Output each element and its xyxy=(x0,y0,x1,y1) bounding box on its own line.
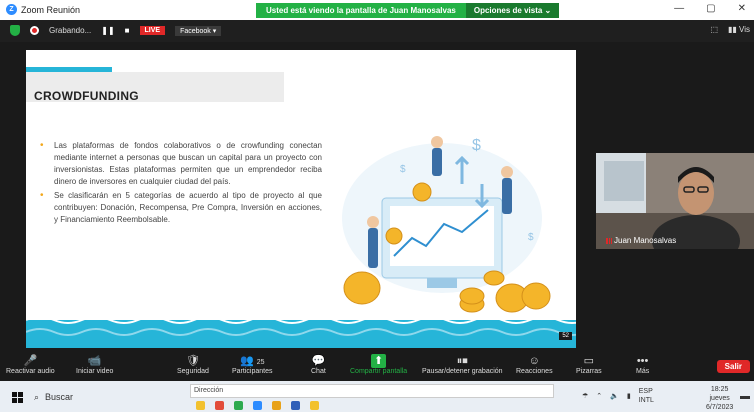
participant-name-label: Juan Manosalvas xyxy=(606,236,676,245)
meeting-toolbar: 🎤 Reactivar audio 📹 Iniciar video 🛡 Segu… xyxy=(0,352,754,380)
close-button[interactable]: ✕ xyxy=(738,3,746,14)
slide-title: CROWDFUNDING xyxy=(34,89,139,103)
app-icon[interactable] xyxy=(291,401,300,410)
whiteboard-icon: ▭ xyxy=(583,355,595,367)
share-screen-icon: ⬆ xyxy=(370,354,387,368)
participant-video[interactable]: Juan Manosalvas xyxy=(596,153,754,249)
notifications-icon[interactable]: ▬ xyxy=(740,391,750,402)
participant-name: Juan Manosalvas xyxy=(614,236,677,245)
start-video-button[interactable]: 📹 Iniciar video xyxy=(76,354,113,375)
clock-day: jueves xyxy=(709,395,730,402)
recording-status: Grabando... xyxy=(49,26,92,35)
crowdfunding-illustration: $ $ $ xyxy=(342,136,551,313)
view-options-button[interactable]: Opciones de vista ⌄ xyxy=(465,3,560,18)
live-badge: LIVE xyxy=(139,26,166,35)
more-button[interactable]: ••• Más xyxy=(636,354,649,375)
maximize-button[interactable]: ▢ xyxy=(706,3,715,14)
taskbar-apps xyxy=(196,401,319,410)
stream-target-dropdown[interactable]: Facebook ▾ xyxy=(175,25,222,36)
tray-expand-icon[interactable]: ⌃ xyxy=(596,392,602,400)
video-off-icon: 📹 xyxy=(87,355,102,367)
zoom-window: Z Zoom Reunión Usted está viendo la pant… xyxy=(0,0,754,412)
signal-strength-icon xyxy=(606,237,612,244)
file-explorer-icon[interactable] xyxy=(196,401,205,410)
slide-bullet: Se clasificarán en 5 categorías de acuer… xyxy=(38,190,322,226)
participants-button[interactable]: 👥 25 Participantes xyxy=(232,354,272,375)
view-button[interactable]: ▮▮ Vis xyxy=(728,25,750,34)
mic-muted-icon: 🎤 xyxy=(23,355,38,367)
slide-wave-decoration xyxy=(26,316,576,348)
zoom-logo-icon: Z xyxy=(6,4,17,15)
folder-icon[interactable] xyxy=(310,401,319,410)
windows-start-icon[interactable] xyxy=(12,392,23,403)
title-bar: Z Zoom Reunión Usted está viendo la pant… xyxy=(0,0,754,20)
share-message: Usted está viendo la pantalla de Juan Ma… xyxy=(256,3,466,18)
weather-icon[interactable]: ☂ xyxy=(582,392,588,400)
clock-date: 6/7/2023 xyxy=(706,404,734,411)
unmute-audio-button[interactable]: 🎤 Reactivar audio xyxy=(6,354,55,375)
windows-taskbar: ⌕ Buscar Dirección ☂ ⌃ 🔈 ▮ ESP INTL 18:25… xyxy=(0,381,754,412)
reactions-button[interactable]: ☺ Reacciones xyxy=(516,354,553,375)
svg-text:$: $ xyxy=(400,164,406,175)
clock-time: 18:25 xyxy=(710,386,729,393)
pause-stop-recording-button[interactable]: ⏸⏹ Pausar/detener grabación xyxy=(422,354,503,375)
svg-text:$: $ xyxy=(528,232,534,243)
pause-record-icon: ⏸⏹ xyxy=(456,355,468,367)
slide-bullet: Las plataformas de fondos colaborativos … xyxy=(38,140,322,188)
pause-recording-button[interactable]: ❚❚ xyxy=(101,26,114,35)
svg-text:$: $ xyxy=(472,137,481,154)
meeting-top-bar: Grabando... ❚❚ ■ LIVE Facebook ▾ ⬚ ▮▮ Vi… xyxy=(0,20,754,42)
more-icon: ••• xyxy=(636,355,649,367)
zoom-app-icon[interactable] xyxy=(253,401,262,410)
stop-recording-button[interactable]: ■ xyxy=(125,26,130,35)
taskbar-search[interactable]: ⌕ Buscar xyxy=(34,387,184,407)
address-toolbar[interactable]: Dirección xyxy=(190,384,554,398)
whiteboards-button[interactable]: ▭ Pizarras xyxy=(576,354,602,375)
app-icon[interactable] xyxy=(234,401,243,410)
shield-icon: 🛡 xyxy=(185,355,200,367)
participants-icon: 👥 25 xyxy=(239,355,265,367)
recording-icon xyxy=(30,26,39,35)
volume-icon[interactable]: 🔈 xyxy=(610,392,619,400)
reactions-icon: ☺ xyxy=(528,355,540,367)
search-placeholder: Buscar xyxy=(45,392,74,402)
expand-icon[interactable]: ⬚ xyxy=(710,25,718,34)
slide-page-number: 52 xyxy=(559,332,572,340)
video-feed xyxy=(596,153,754,249)
minimize-button[interactable]: — xyxy=(674,3,684,14)
view-button-label: Vis xyxy=(739,25,750,34)
chat-icon: 💬 xyxy=(311,355,326,367)
app-icon[interactable] xyxy=(215,401,224,410)
network-icon[interactable]: ▮ xyxy=(627,392,631,400)
taskbar-clock[interactable]: 18:25 jueves 6/7/2023 xyxy=(706,385,733,412)
search-icon: ⌕ xyxy=(34,391,40,402)
leave-button[interactable]: Salir xyxy=(716,360,750,373)
encryption-shield-icon[interactable] xyxy=(10,25,20,36)
chrome-icon[interactable] xyxy=(272,401,281,410)
keyboard-layout[interactable]: ESP INTL xyxy=(639,387,654,405)
share-banner: Usted está viendo la pantalla de Juan Ma… xyxy=(256,3,560,18)
shared-slide: CROWDFUNDING Las plataformas de fondos c… xyxy=(26,50,576,348)
window-title: Zoom Reunión xyxy=(21,4,81,15)
app-title: Z Zoom Reunión xyxy=(6,4,80,15)
slide-bullet-list: Las plataformas de fondos colaborativos … xyxy=(38,140,322,228)
share-screen-button[interactable]: ⬆ Compartir pantalla xyxy=(350,354,407,375)
security-button[interactable]: 🛡 Seguridad xyxy=(177,354,209,375)
window-controls: — ▢ ✕ xyxy=(674,3,746,14)
participants-count: 25 xyxy=(256,359,265,366)
chat-button[interactable]: 💬 Chat xyxy=(311,354,326,375)
system-tray: ☂ ⌃ 🔈 ▮ ESP INTL xyxy=(582,387,654,405)
